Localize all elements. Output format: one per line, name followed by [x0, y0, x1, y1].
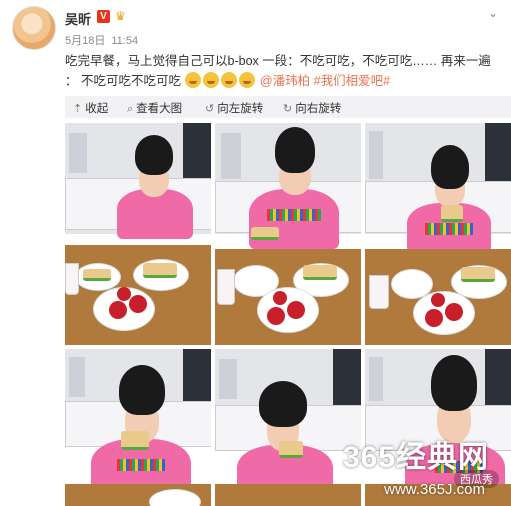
photo-object — [109, 301, 127, 319]
chevron-down-icon[interactable]: ⌄ — [488, 6, 498, 20]
photo-subject — [119, 365, 165, 415]
photo-subject — [267, 209, 321, 221]
emoji-icon — [221, 72, 238, 88]
mention-link[interactable]: @潘玮柏 — [260, 74, 310, 88]
photo-object — [65, 263, 79, 295]
photo-object — [431, 293, 445, 307]
avatar[interactable] — [12, 6, 56, 50]
photo-object — [129, 295, 147, 313]
collapse-icon: ⇡ — [73, 103, 83, 115]
photo-background — [221, 133, 241, 179]
photo[interactable] — [215, 349, 361, 506]
photo-object — [217, 269, 235, 305]
photo-object — [461, 267, 495, 282]
photo-subject — [431, 145, 469, 189]
photo[interactable] — [65, 123, 211, 345]
photo-background — [369, 357, 383, 401]
photo-background — [69, 357, 85, 397]
photo-subject — [431, 355, 477, 411]
photo-object — [267, 307, 285, 325]
rotate-right-icon: ↻ — [283, 103, 293, 115]
photo-subject — [425, 223, 473, 235]
post-time[interactable]: 11:54 — [111, 35, 138, 47]
post-date[interactable]: 5月18日 — [65, 35, 105, 47]
photo-background — [219, 359, 237, 399]
rotate-right-label: 向右旋转 — [295, 103, 342, 115]
rotate-right-button[interactable]: ↻ 向右旋转 — [283, 100, 341, 116]
photo[interactable] — [365, 123, 511, 345]
rotate-left-label: 向左旋转 — [217, 103, 264, 115]
photo-background — [369, 131, 383, 179]
photo-object — [369, 275, 389, 309]
photo-object — [303, 265, 337, 280]
photo-object — [121, 431, 149, 450]
hashtag-link[interactable]: #我们相爱吧# — [314, 74, 390, 88]
photo-object — [279, 441, 303, 458]
photo-object — [273, 291, 287, 305]
photo[interactable] — [65, 349, 211, 506]
emoji-icon — [203, 72, 220, 88]
photo-subject — [275, 127, 315, 173]
zoom-icon: ⌕ — [127, 103, 134, 115]
photo-object — [445, 303, 463, 321]
watermark-url: www.365J.com — [384, 481, 485, 498]
rotate-left-button[interactable]: ↺ 向左旋转 — [205, 100, 263, 116]
photo-object — [251, 227, 279, 240]
photo-object — [425, 309, 443, 327]
crown-icon: ♛ — [115, 9, 126, 23]
view-large-label: 查看大图 — [136, 103, 183, 115]
photo-object — [441, 205, 463, 222]
verified-icon: V — [97, 10, 110, 23]
photo-background — [69, 133, 87, 173]
image-toolbar: ⇡ 收起 ⌕ 查看大图 ↺ 向左旋转 ↻ 向右旋转 — [65, 96, 511, 118]
view-large-button[interactable]: ⌕ 查看大图 — [127, 100, 182, 116]
photo-object — [287, 301, 305, 319]
collapse-button[interactable]: ⇡ 收起 — [73, 100, 108, 116]
user-name[interactable]: 吴昕 — [65, 9, 91, 28]
post-text: 吃完早餐，马上觉得自己可以b-box 一段：不吃可吃，不吃可吃…… 再来一遍 ：… — [65, 51, 505, 91]
rotate-left-icon: ↺ — [205, 103, 215, 115]
photo-object — [117, 287, 131, 301]
photo-object — [83, 269, 111, 281]
photo-grid: 365经典网 西瓜秀 www.365J.com — [65, 123, 511, 506]
emoji-icon — [239, 72, 256, 88]
photo-subject — [259, 381, 307, 427]
photo-subject — [117, 459, 165, 471]
photo[interactable] — [215, 123, 361, 345]
photo-object — [143, 263, 177, 278]
photo-subject — [135, 135, 173, 175]
collapse-label: 收起 — [85, 103, 109, 115]
photo-background — [215, 484, 361, 506]
emoji-icon — [185, 72, 202, 88]
post-meta: 5月18日 11:54 — [65, 32, 138, 48]
